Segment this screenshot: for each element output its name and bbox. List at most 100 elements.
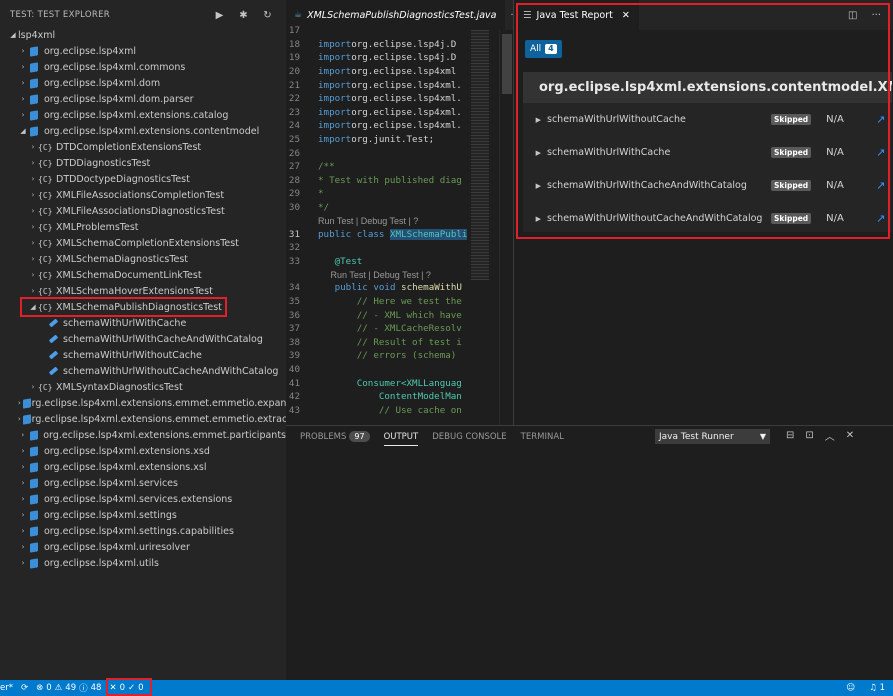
tree-package[interactable]: › org.eclipse.lsp4xml.services bbox=[0, 475, 286, 491]
sidebar-header: TEST: TEST EXPLORER ▶ ✱ ↻ bbox=[0, 0, 286, 30]
package-icon bbox=[28, 462, 39, 473]
keyword: public bbox=[318, 228, 352, 240]
status-right: ☺ ♫ 1 bbox=[846, 680, 885, 696]
tree-class-label: XMLSchemaDiagnosticsTest bbox=[56, 253, 189, 265]
debug-all-icon[interactable]: ✱ bbox=[238, 10, 249, 21]
chevron-right-icon: › bbox=[31, 207, 35, 215]
tree-package[interactable]: › org.eclipse.lsp4xml.dom bbox=[0, 75, 286, 91]
status-branch[interactable]: er* bbox=[0, 683, 13, 693]
error-icon: ⊗ bbox=[36, 683, 44, 693]
tree-package[interactable]: › org.eclipse.lsp4xml.utils bbox=[0, 555, 286, 571]
tree-package[interactable]: › org.eclipse.lsp4xml.extensions.xsl bbox=[0, 459, 286, 475]
tree-method[interactable]: schemaWithUrlWithCacheAndWithCatalog bbox=[0, 331, 286, 347]
class-name: XMLSchemaPubli bbox=[389, 228, 468, 240]
tree-class[interactable]: › {C} XMLSchemaCompletionExtensionsTest bbox=[0, 235, 286, 251]
line-number: 22 bbox=[288, 93, 300, 105]
tab-debug-console[interactable]: DEBUG CONSOLE bbox=[432, 432, 506, 442]
chevron-down-icon: ▼ bbox=[759, 432, 766, 441]
tree-package-label: org.eclipse.lsp4xml.settings.capabilitie… bbox=[44, 525, 234, 537]
package-icon bbox=[28, 542, 39, 553]
tree-package[interactable]: › org.eclipse.lsp4xml.dom.parser bbox=[0, 91, 286, 107]
tree-class[interactable]: › {C} DTDDoctypeDiagnosticsTest bbox=[0, 171, 286, 187]
refresh-icon[interactable]: ↻ bbox=[262, 10, 273, 21]
close-panel-icon[interactable]: ✕ bbox=[846, 430, 854, 441]
maximize-panel-icon[interactable]: ︿ bbox=[825, 428, 835, 443]
tree-method[interactable]: schemaWithUrlWithoutCacheAndWithCatalog bbox=[0, 363, 286, 379]
chevron-right-icon: › bbox=[21, 559, 25, 567]
code-text: org.eclipse.lsp4xml. bbox=[351, 120, 462, 132]
chevron-right-icon: › bbox=[31, 383, 35, 391]
codelens-run-debug[interactable]: Run Test | Debug Test | ? bbox=[318, 216, 418, 226]
package-icon bbox=[28, 478, 39, 489]
comment: * Test with published diag bbox=[318, 174, 462, 186]
feedback-icon[interactable]: ☺ bbox=[846, 683, 855, 693]
tree-package[interactable]: › org.eclipse.lsp4xml.services.extensions bbox=[0, 491, 286, 507]
problems-status[interactable]: ⊗ 0 ⚠ 49 ⓘ 48 bbox=[36, 682, 101, 694]
tree-package[interactable]: › org.eclipse.lsp4xml.extensions.catalog bbox=[0, 107, 286, 123]
notifications-status[interactable]: ♫ 1 bbox=[869, 683, 885, 693]
chevron-right-icon: › bbox=[21, 527, 25, 535]
comment: */ bbox=[318, 202, 330, 214]
tree-package[interactable]: › org.eclipse.lsp4xml.uriresolver bbox=[0, 539, 286, 555]
tree-method[interactable]: schemaWithUrlWithoutCache bbox=[0, 347, 286, 363]
tree-package[interactable]: › org.eclipse.lsp4xml.extensions.emmet.pa… bbox=[0, 427, 286, 443]
class-icon: {C} bbox=[38, 270, 53, 280]
minimap[interactable] bbox=[471, 30, 489, 280]
tree-class[interactable]: › {C} XMLFileAssociationsDiagnosticsTest bbox=[0, 203, 286, 219]
tree-class-label: DTDCompletionExtensionsTest bbox=[56, 141, 202, 153]
tree-root[interactable]: ◢ lsp4xml bbox=[0, 27, 286, 43]
tree-root-label: lsp4xml bbox=[18, 29, 56, 41]
package-icon bbox=[28, 558, 39, 569]
tree-class[interactable]: › {C} XMLSchemaDiagnosticsTest bbox=[0, 251, 286, 267]
chevron-right-icon: › bbox=[21, 495, 25, 503]
code-text: org.eclipse.lsp4j.D bbox=[351, 38, 457, 50]
tree-package-label: org.eclipse.lsp4xml.extensions.xsl bbox=[44, 461, 207, 473]
tree-package[interactable]: › org.eclipse.lsp4xml bbox=[0, 43, 286, 59]
comment: // - XMLCacheResolv bbox=[356, 323, 462, 335]
tree-class[interactable]: › {C} XMLSyntaxDiagnosticsTest bbox=[0, 379, 286, 395]
line-number: 42 bbox=[288, 391, 300, 403]
tree-package[interactable]: › org.eclipse.lsp4xml.extensions.xsd bbox=[0, 443, 286, 459]
run-all-icon[interactable]: ▶ bbox=[214, 10, 225, 21]
tree-class[interactable]: › {C} DTDCompletionExtensionsTest bbox=[0, 139, 286, 155]
tree-package[interactable]: › org.eclipse.lsp4xml.extensions.emmet.em… bbox=[0, 395, 292, 411]
tab-problems[interactable]: PROBLEMS 97 bbox=[300, 431, 370, 442]
codelens-run-debug[interactable]: Run Test | Debug Test | ? bbox=[331, 270, 431, 280]
line-number: 38 bbox=[288, 336, 300, 348]
sync-icon[interactable]: ⟳ bbox=[21, 683, 28, 693]
tab-output[interactable]: OUTPUT bbox=[383, 432, 419, 446]
clear-output-icon[interactable]: ⊟ bbox=[786, 430, 794, 441]
lock-scroll-icon[interactable]: ⊡ bbox=[805, 430, 813, 441]
tree-package[interactable]: › org.eclipse.lsp4xml.commons bbox=[0, 59, 286, 75]
output-channel-select[interactable]: Java Test Runner ▼ bbox=[655, 429, 770, 444]
keyword: class bbox=[356, 228, 385, 240]
tree-package[interactable]: › org.eclipse.lsp4xml.extensions.emmet.em… bbox=[0, 411, 291, 427]
class-icon: {C} bbox=[38, 286, 53, 296]
tree-class[interactable]: › {C} XMLFileAssociationsCompletionTest bbox=[0, 187, 286, 203]
tree-class[interactable]: › {C} XMLProblemsTest bbox=[0, 219, 286, 235]
tree-package[interactable]: ◢ org.eclipse.lsp4xml.extensions.contentm… bbox=[0, 123, 286, 139]
chevron-right-icon: › bbox=[31, 255, 35, 263]
tab-terminal[interactable]: TERMINAL bbox=[521, 432, 564, 442]
tree-class[interactable]: › {C} DTDDiagnosticsTest bbox=[0, 155, 286, 171]
output-channel-value: Java Test Runner bbox=[659, 431, 734, 442]
chevron-right-icon: › bbox=[21, 63, 25, 71]
line-number: 36 bbox=[288, 309, 300, 321]
editor-scrollbar[interactable] bbox=[499, 30, 513, 425]
tree-class-label: XMLSchemaDocumentLinkTest bbox=[56, 269, 202, 281]
tree-class-label: DTDDiagnosticsTest bbox=[56, 157, 151, 169]
tree-package[interactable]: › org.eclipse.lsp4xml.settings bbox=[0, 507, 286, 523]
tree-method[interactable]: schemaWithUrlWithCache bbox=[0, 315, 286, 331]
line-number: 26 bbox=[288, 147, 300, 159]
line-number: 40 bbox=[288, 363, 300, 375]
tree-class[interactable]: › {C} XMLSchemaDocumentLinkTest bbox=[0, 267, 286, 283]
keyword: import bbox=[318, 106, 352, 118]
tree-package-label: org.eclipse.lsp4xml.extensions.contentmo… bbox=[44, 125, 260, 137]
code-editor: ☕ XMLSchemaPublishDiagnosticsTest.java ·… bbox=[286, 0, 526, 425]
tree-package-label: org.eclipse.lsp4xml.extensions.xsd bbox=[44, 445, 210, 457]
keyword: import bbox=[318, 38, 352, 50]
comment: // errors (schema) bbox=[356, 350, 457, 362]
chevron-down-icon: ◢ bbox=[20, 127, 26, 135]
tree-package[interactable]: › org.eclipse.lsp4xml.settings.capabiliti… bbox=[0, 523, 286, 539]
package-icon bbox=[28, 126, 39, 137]
